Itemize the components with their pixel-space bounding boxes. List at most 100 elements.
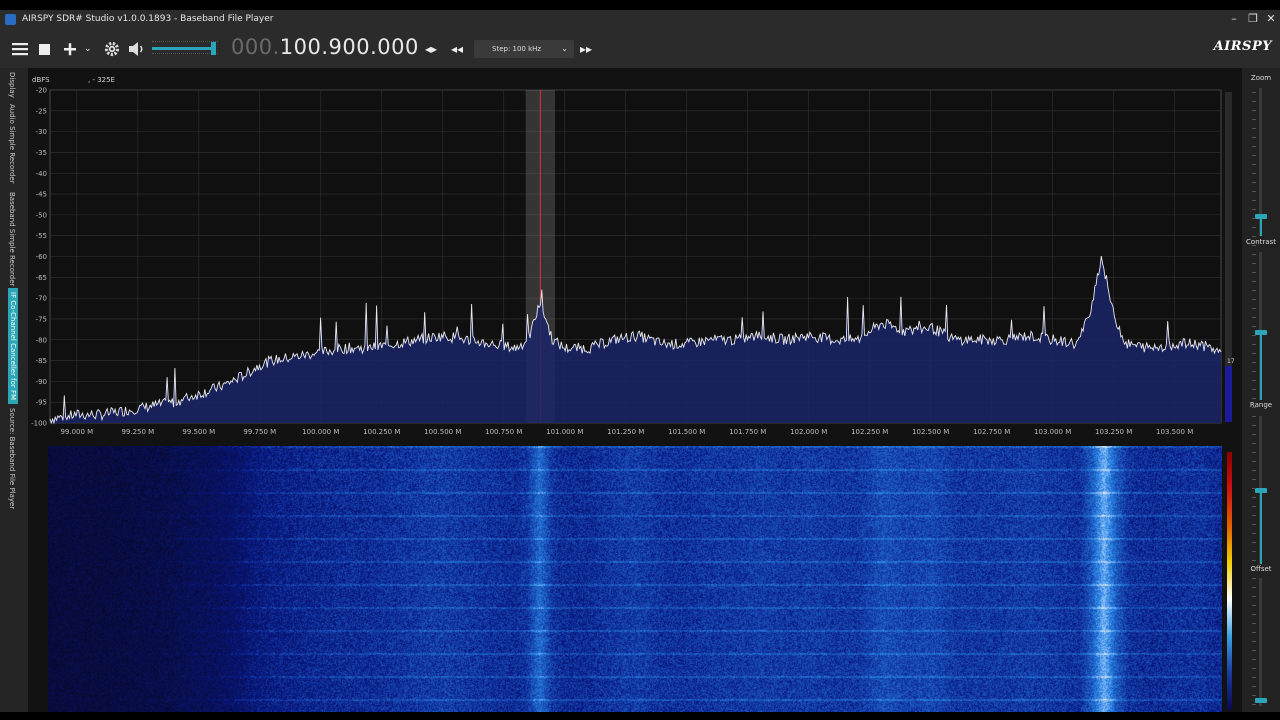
y-tick-label: -85 [36, 357, 47, 365]
slider-tick [1252, 335, 1256, 336]
offset-label: Offset [1250, 565, 1272, 573]
x-tick-label: 101.000 M [546, 428, 583, 436]
y-tick-label: -90 [36, 378, 47, 386]
slider-tick [1252, 371, 1256, 372]
side-panel-tabs: Display Audio Simple Recorder Baseband S… [0, 68, 28, 712]
slider-tick [1252, 362, 1256, 363]
toolbar: ⌄ 000.100.900.000 ◂▸ ◂◂ Step: 100 kHz ⌄ … [0, 30, 1280, 68]
y-tick-label: -25 [36, 107, 47, 115]
tab-baseband-recorder[interactable]: Baseband Simple Recorder [8, 192, 16, 286]
contrast-slider-fill [1260, 332, 1262, 400]
y-axis: -20 -25 -30 -35 -40 -45 -50 -55 -60 -65 -70 -75 -80 -… [31, 87, 47, 428]
slider-tick [1252, 650, 1256, 651]
x-tick-label: 103.000 M [1034, 428, 1071, 436]
slider-tick [1252, 425, 1256, 426]
y-tick-label: -80 [36, 336, 47, 344]
slider-tick [1252, 407, 1256, 408]
slider-tick [1252, 254, 1256, 255]
slider-tick [1252, 587, 1256, 588]
tab-co-channel-canceller[interactable]: IF Co-Channel Canceller for FM [8, 288, 18, 405]
slider-tick [1252, 641, 1256, 642]
slider-tick [1252, 416, 1256, 417]
slider-tick [1252, 227, 1256, 228]
x-tick-label: 103.250 M [1095, 428, 1132, 436]
x-tick-label: 100.750 M [485, 428, 522, 436]
fast-forward-icon[interactable]: ▸▸ [580, 38, 592, 60]
x-tick-label: 102.750 M [973, 428, 1010, 436]
slider-tick [1252, 326, 1256, 327]
step-select[interactable]: Step: 100 kHz ⌄ [474, 40, 574, 58]
range-label: Range [1249, 401, 1273, 409]
gear-icon[interactable] [103, 38, 121, 66]
slider-tick [1252, 128, 1256, 129]
y-tick-label: -70 [36, 295, 47, 303]
y-tick-label: -50 [36, 211, 47, 219]
tab-display[interactable]: Display [8, 72, 16, 98]
window-title: AIRSPY SDR# Studio v1.0.0.1893 - Baseban… [22, 14, 274, 24]
waterfall-display[interactable] [48, 446, 1222, 712]
waterfall-colorbar [1227, 452, 1232, 710]
frequency-display[interactable]: 000.100.900.000 [231, 35, 419, 59]
x-tick-label: 100.250 M [363, 428, 400, 436]
x-tick-label: 102.000 M [790, 428, 827, 436]
slider-tick [1252, 524, 1256, 525]
tab-source[interactable]: Source: Baseband File Player [8, 408, 16, 509]
y-tick-label: -40 [36, 170, 47, 178]
slider-tick [1252, 668, 1256, 669]
level-meter-fill [1225, 366, 1232, 422]
slider-tick [1252, 308, 1256, 309]
x-tick-label: 99.250 M [121, 428, 154, 436]
minimize-button[interactable]: – [1225, 12, 1243, 28]
stop-icon[interactable] [36, 38, 52, 66]
rewind-icon[interactable]: ◂◂ [451, 38, 463, 60]
range-slider-fill [1260, 490, 1262, 564]
slider-tick [1252, 137, 1256, 138]
bottom-border [0, 712, 1280, 720]
slider-tick [1252, 542, 1256, 543]
slider-tick [1252, 488, 1256, 489]
frequency-prefix: 000. [231, 35, 280, 59]
display-controls: Zoom Contrast Range Offset [1242, 68, 1280, 712]
y-tick-label: -45 [36, 191, 47, 199]
slider-tick [1252, 497, 1256, 498]
x-tick-label: 103.500 M [1156, 428, 1193, 436]
slider-tick [1252, 236, 1256, 237]
slider-tick [1252, 452, 1256, 453]
slider-tick [1252, 443, 1256, 444]
offset-slider-knob[interactable] [1255, 698, 1267, 703]
plus-icon[interactable] [62, 38, 78, 66]
y-tick-label: -20 [36, 87, 47, 95]
tab-audio-recorder[interactable]: Audio Simple Recorder [8, 104, 16, 184]
x-tick-label: 99.750 M [243, 428, 276, 436]
x-tick-label: 100.000 M [302, 428, 339, 436]
zoom-slider-knob[interactable] [1255, 214, 1267, 219]
volume-slider[interactable] [152, 38, 220, 60]
slider-tick [1252, 209, 1256, 210]
offset-slider[interactable] [1259, 578, 1262, 706]
slider-tick [1252, 605, 1256, 606]
slider-tick [1252, 380, 1256, 381]
tune-arrows-icon[interactable]: ◂▸ [425, 38, 437, 60]
restore-button[interactable]: ❐ [1244, 12, 1262, 28]
speaker-icon[interactable] [127, 38, 147, 66]
contrast-slider-knob[interactable] [1255, 330, 1267, 335]
slider-tick [1252, 677, 1256, 678]
y-tick-label: -95 [36, 399, 47, 407]
x-axis: 99.000 M 99.250 M 99.500 M 99.750 M 100.000 … [60, 428, 1193, 436]
spectrum-analyzer[interactable]: dBFS , - 325E -20 -25 -30 -35 -40 -45 -50 -55 -6… [28, 68, 1242, 446]
display-area: dBFS , - 325E -20 -25 -30 -35 -40 -45 -50 -55 -6… [28, 68, 1242, 712]
x-tick-label: 99.000 M [60, 428, 93, 436]
step-label: Step: 100 kHz [492, 45, 542, 53]
slider-tick [1252, 470, 1256, 471]
hamburger-menu-icon[interactable] [10, 38, 30, 66]
range-slider-knob[interactable] [1255, 488, 1267, 493]
y-tick-label: -55 [36, 232, 47, 240]
slider-tick [1252, 479, 1256, 480]
slider-tick [1252, 110, 1256, 111]
unit-label: dBFS [32, 76, 50, 84]
zoom-label: Zoom [1250, 74, 1272, 82]
close-button[interactable]: ✕ [1262, 12, 1280, 28]
chevron-down-icon[interactable]: ⌄ [84, 38, 92, 60]
slider-tick [1252, 281, 1256, 282]
slider-tick [1252, 704, 1256, 705]
